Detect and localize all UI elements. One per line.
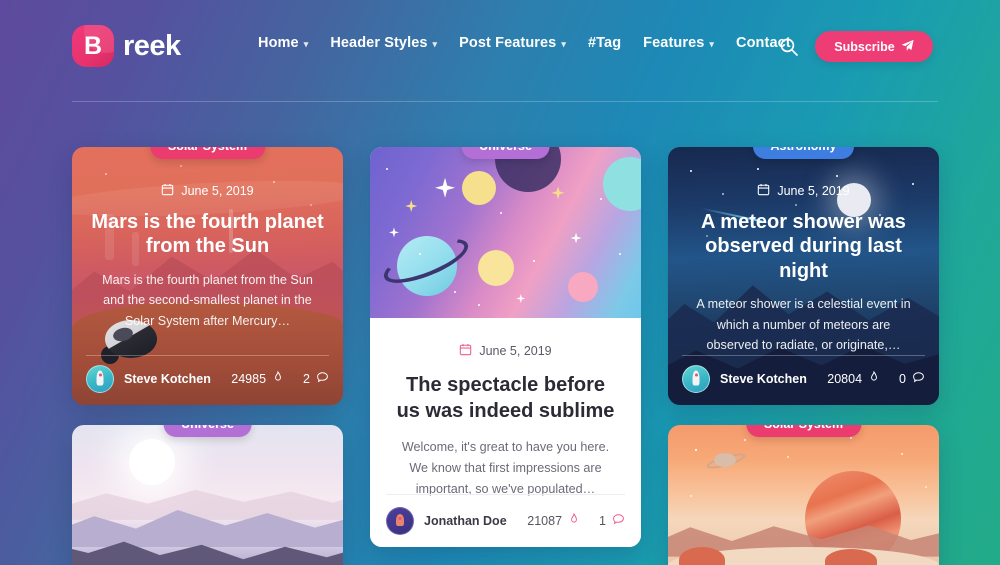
post-date-row: June 5, 2019 [90,183,325,199]
post-excerpt: Mars is the fourth planet from the Sun a… [102,272,313,328]
main-navigation: Home ▾ Header Styles ▾ Post Features ▾ #… [258,35,804,51]
chevron-down-icon: ▾ [432,38,438,49]
flame-icon [568,512,580,529]
calendar-icon [757,183,770,199]
logo-mark-icon: B [72,25,114,67]
chevron-down-icon: ▾ [561,38,566,49]
post-author[interactable]: Jonathan Doe [424,514,507,528]
nav-item-label: Header Styles [330,35,428,51]
post-card-mountain[interactable]: Universe [72,425,343,565]
post-views-count: 24985 [231,372,267,386]
post-comments-count: 2 [303,372,310,386]
post-category-badge[interactable]: Astronomy [752,147,855,159]
nav-item-post-features[interactable]: Post Features ▾ [459,35,579,51]
post-views-count: 20804 [827,372,863,386]
avatar[interactable] [386,507,414,535]
nav-item-header-styles[interactable]: Header Styles ▾ [330,35,450,51]
post-title[interactable]: The spectacle before us was indeed subli… [370,359,641,424]
comment-icon [316,371,329,387]
site-logo[interactable]: B reek [72,25,181,67]
post-card-mars[interactable]: Solar System June 5, 2019 Mars is the fo… [72,147,343,405]
post-excerpt: A meteor shower is a celestial event in … [696,297,911,352]
nav-item-label: Post Features [459,35,557,51]
calendar-icon [459,343,472,359]
post-card-meteor[interactable]: Astronomy June 5, 2019 A meteor shower w… [668,147,939,405]
search-icon[interactable] [779,37,799,57]
avatar[interactable] [682,365,710,393]
logo-mark-letter: B [83,31,103,60]
nav-item-tag[interactable]: #Tag [588,35,634,51]
post-image-universe [370,147,641,318]
post-title[interactable]: Mars is the fourth planet from the Sun [90,210,325,259]
post-overlay-mars: June 5, 2019 Mars is the fourth planet f… [72,147,343,405]
post-category-badge[interactable]: Solar System [149,147,266,159]
post-stats: 21087 1 [527,512,625,529]
post-date-row: June 5, 2019 [370,318,641,359]
post-image-solar [668,425,939,565]
nav-item-label: Features [643,35,705,51]
nav-item-home[interactable]: Home ▾ [258,35,321,51]
post-image-mountain [72,425,343,565]
post-overlay-meteor: June 5, 2019 A meteor shower was observe… [668,147,939,405]
post-footer: Steve Kotchen 20804 0 [682,355,925,393]
nav-item-label: #Tag [587,35,622,51]
logo-text: reek [123,29,181,62]
paper-plane-icon [901,39,914,55]
post-author[interactable]: Steve Kotchen [124,372,211,386]
post-card-solar[interactable]: Solar System [668,425,939,565]
comment-icon [912,371,925,387]
calendar-icon [161,183,174,199]
flame-icon [868,370,880,387]
post-stats: 24985 2 [231,370,329,387]
post-category-badge[interactable]: Universe [163,425,252,437]
comment-icon [612,513,625,529]
post-excerpt: Welcome, it's great to have you here. We… [401,440,610,496]
post-author[interactable]: Steve Kotchen [720,372,807,386]
post-date: June 5, 2019 [777,184,850,198]
post-comments-count: 1 [599,514,606,528]
nav-item-features[interactable]: Features ▾ [643,35,727,51]
chevron-down-icon: ▾ [303,38,309,49]
post-footer: Jonathan Doe 21087 1 [386,494,625,547]
chevron-down-icon: ▾ [709,38,715,49]
post-category-badge[interactable]: Solar System [745,425,862,437]
nav-item-label: Home [258,35,299,51]
flame-icon [272,370,284,387]
post-title[interactable]: A meteor shower was observed during last… [686,210,921,283]
post-date-row: June 5, 2019 [686,183,921,199]
header-divider [72,101,938,102]
post-date: June 5, 2019 [479,344,552,358]
post-card-spectacle[interactable]: Universe June 5, 2019 The spectacle befo… [370,147,641,547]
site-header: B reek Home ▾ Header Styles ▾ Post Featu… [0,0,1000,101]
post-comments-count: 0 [899,372,906,386]
post-body-spectacle: June 5, 2019 The spectacle before us was… [370,318,641,547]
post-views-count: 21087 [527,514,563,528]
subscribe-button[interactable]: Subscribe [815,31,933,62]
post-category-badge[interactable]: Universe [461,147,550,159]
post-stats: 20804 0 [827,370,925,387]
avatar[interactable] [86,365,114,393]
post-date: June 5, 2019 [181,184,254,198]
post-footer: Steve Kotchen 24985 2 [86,355,329,393]
subscribe-button-label: Subscribe [834,39,895,54]
